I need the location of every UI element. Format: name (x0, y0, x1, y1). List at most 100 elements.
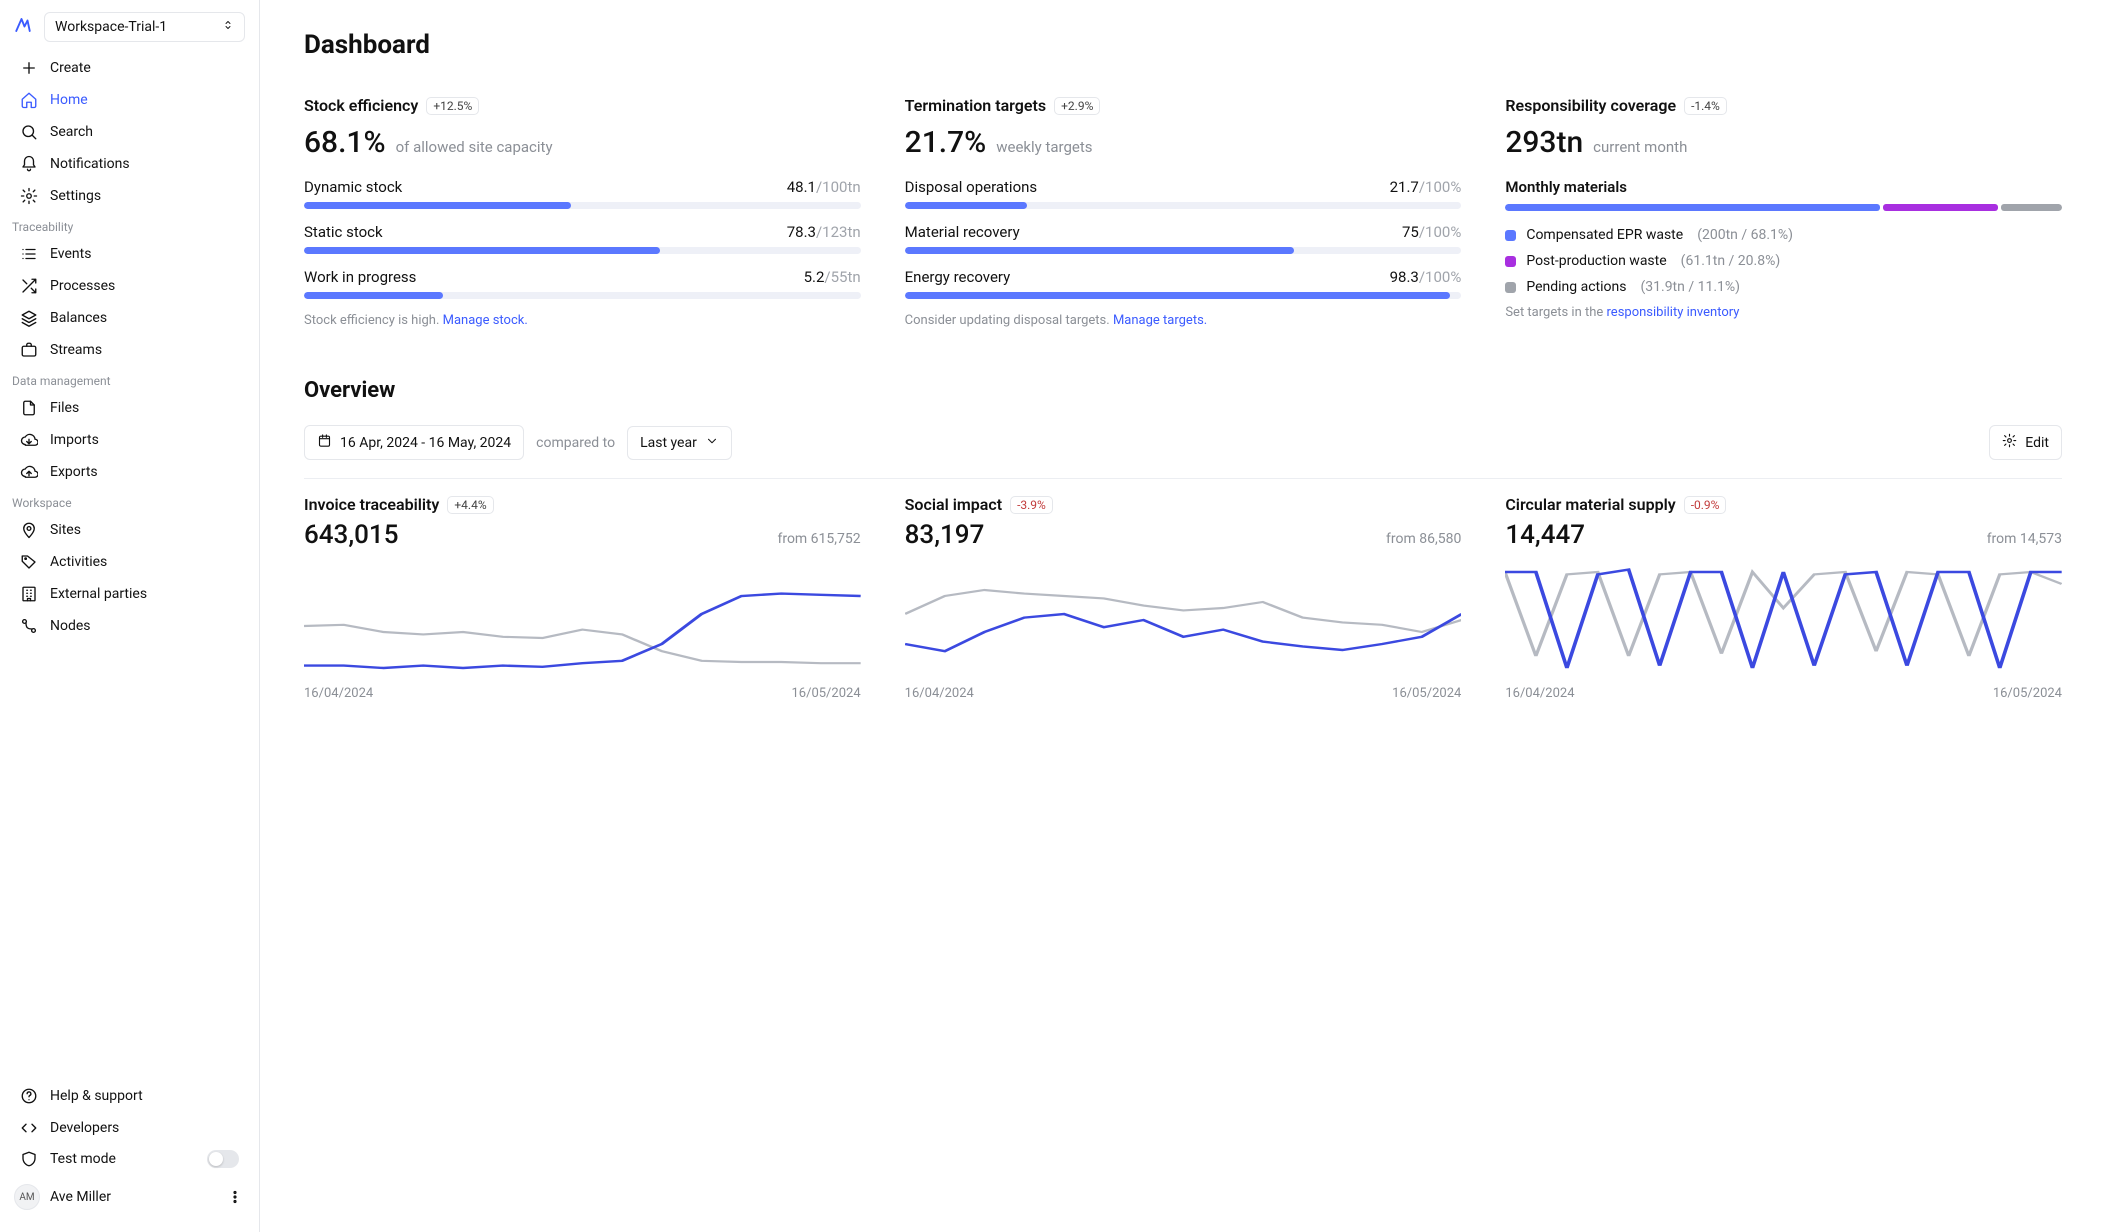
bell-icon (20, 155, 38, 173)
nav-processes[interactable]: Processes (8, 270, 251, 302)
bar-label: Work in progress (304, 268, 416, 286)
user-name: Ave Miller (50, 1189, 111, 1205)
chart-date-end: 16/05/2024 (1392, 686, 1461, 701)
nav-help[interactable]: Help & support (8, 1080, 251, 1112)
kpi-value: 293tn (1505, 125, 1583, 160)
bar-track (905, 247, 1462, 254)
section-heading-data: Data management (0, 366, 259, 392)
chart-from: from 14,573 (1987, 531, 2062, 547)
workspace-selector[interactable]: Workspace-Trial-1 (44, 12, 245, 42)
kpi-note: Set targets in the responsibility invent… (1505, 305, 2062, 320)
chevrons-up-down-icon (222, 19, 234, 35)
bar-denom: /100% (1419, 268, 1461, 286)
kpi-title: Termination targets (905, 96, 1046, 115)
chart-delta-badge: +4.4% (447, 496, 493, 514)
manage-targets-link[interactable]: Manage targets. (1113, 313, 1207, 328)
nav-create[interactable]: Create (8, 52, 251, 84)
nav-nodes[interactable]: Nodes (8, 610, 251, 642)
bar-value: 78.3 (787, 223, 816, 241)
bar-track (304, 247, 861, 254)
chart-value: 14,447 (1505, 520, 1585, 550)
bar-row: Static stock78.3/123tn (304, 223, 861, 254)
chart-plot (304, 560, 861, 680)
nav-external[interactable]: External parties (8, 578, 251, 610)
compared-to-label: compared to (536, 435, 615, 451)
kpi-title: Responsibility coverage (1505, 96, 1676, 115)
page-title: Dashboard (304, 30, 2062, 60)
edit-button[interactable]: Edit (1989, 425, 2062, 460)
pin-icon (20, 521, 38, 539)
bar-value: 98.3 (1390, 268, 1419, 286)
kpi-value: 68.1% (304, 125, 386, 160)
responsibility-inventory-link[interactable]: responsibility inventory (1607, 305, 1740, 320)
section-heading-traceability: Traceability (0, 212, 259, 238)
chart-card: Invoice traceability+4.4% 643,015from 61… (304, 495, 861, 701)
nav-activities[interactable]: Activities (8, 546, 251, 578)
bar-value: 21.7 (1390, 178, 1419, 196)
bar-track (304, 292, 861, 299)
chart-date-start: 16/04/2024 (905, 686, 974, 701)
compare-select[interactable]: Last year (627, 426, 732, 460)
nav-files[interactable]: Files (8, 392, 251, 424)
help-icon (20, 1087, 38, 1105)
bar-value: 48.1 (787, 178, 816, 196)
chevron-down-icon (705, 434, 719, 452)
more-icon[interactable] (225, 1187, 245, 1207)
chart-plot (1505, 560, 2062, 680)
bar-track (304, 202, 861, 209)
nav-streams[interactable]: Streams (8, 334, 251, 366)
chart-title: Invoice traceability (304, 495, 439, 514)
manage-stock-link[interactable]: Manage stock. (443, 313, 528, 328)
building-icon (20, 585, 38, 603)
nav-events[interactable]: Events (8, 238, 251, 270)
tag-icon (20, 553, 38, 571)
bar-row: Material recovery75/100% (905, 223, 1462, 254)
section-heading-workspace: Workspace (0, 488, 259, 514)
list-icon (20, 245, 38, 263)
bar-denom: /100% (1419, 178, 1461, 196)
file-icon (20, 399, 38, 417)
nav-sites[interactable]: Sites (8, 514, 251, 546)
chart-from: from 615,752 (777, 531, 860, 547)
nav-home[interactable]: Home (8, 84, 251, 116)
testmode-toggle[interactable] (207, 1150, 239, 1168)
chart-date-start: 16/04/2024 (304, 686, 373, 701)
nav-exports[interactable]: Exports (8, 456, 251, 488)
calendar-icon (317, 433, 332, 452)
kpi-subtitle: of allowed site capacity (396, 138, 553, 156)
legend-value: (200tn / 68.1%) (1697, 227, 1793, 243)
bar-denom: /100% (1419, 223, 1461, 241)
chart-from: from 86,580 (1386, 531, 1461, 547)
nav-balances[interactable]: Balances (8, 302, 251, 334)
app-logo-icon (14, 16, 36, 38)
bar-label: Material recovery (905, 223, 1020, 241)
nav-search[interactable]: Search (8, 116, 251, 148)
bar-value: 5.2 (804, 268, 825, 286)
shuffle-icon (20, 277, 38, 295)
bar-track (905, 292, 1462, 299)
cloud-down-icon (20, 431, 38, 449)
bar-label: Disposal operations (905, 178, 1038, 196)
bar-row: Energy recovery 98.3/100% (905, 268, 1462, 299)
date-range-picker[interactable]: 16 Apr, 2024 - 16 May, 2024 (304, 425, 524, 460)
avatar: AM (14, 1184, 40, 1210)
nav-settings[interactable]: Settings (8, 180, 251, 212)
bar-label: Static stock (304, 223, 383, 241)
chart-date-end: 16/05/2024 (1993, 686, 2062, 701)
workspace-name: Workspace-Trial-1 (55, 19, 167, 35)
legend-item: Post-production waste(61.1tn / 20.8%) (1505, 253, 2062, 269)
bar-track (905, 202, 1462, 209)
nodes-icon (20, 617, 38, 635)
bar-denom: /55tn (824, 268, 860, 286)
layers-icon (20, 309, 38, 327)
kpi-subtitle: current month (1593, 138, 1687, 156)
nav-developers[interactable]: Developers (8, 1112, 251, 1144)
user-row[interactable]: AM Ave Miller (0, 1174, 259, 1220)
nav-imports[interactable]: Imports (8, 424, 251, 456)
nav-notifications[interactable]: Notifications (8, 148, 251, 180)
code-icon (20, 1119, 38, 1137)
legend-label: Compensated EPR waste (1526, 227, 1683, 243)
chart-card: Circular material supply-0.9% 14,447from… (1505, 495, 2062, 701)
bar-label: Energy recovery (905, 268, 1011, 286)
legend-item: Pending actions(31.9tn / 11.1%) (1505, 279, 2062, 295)
